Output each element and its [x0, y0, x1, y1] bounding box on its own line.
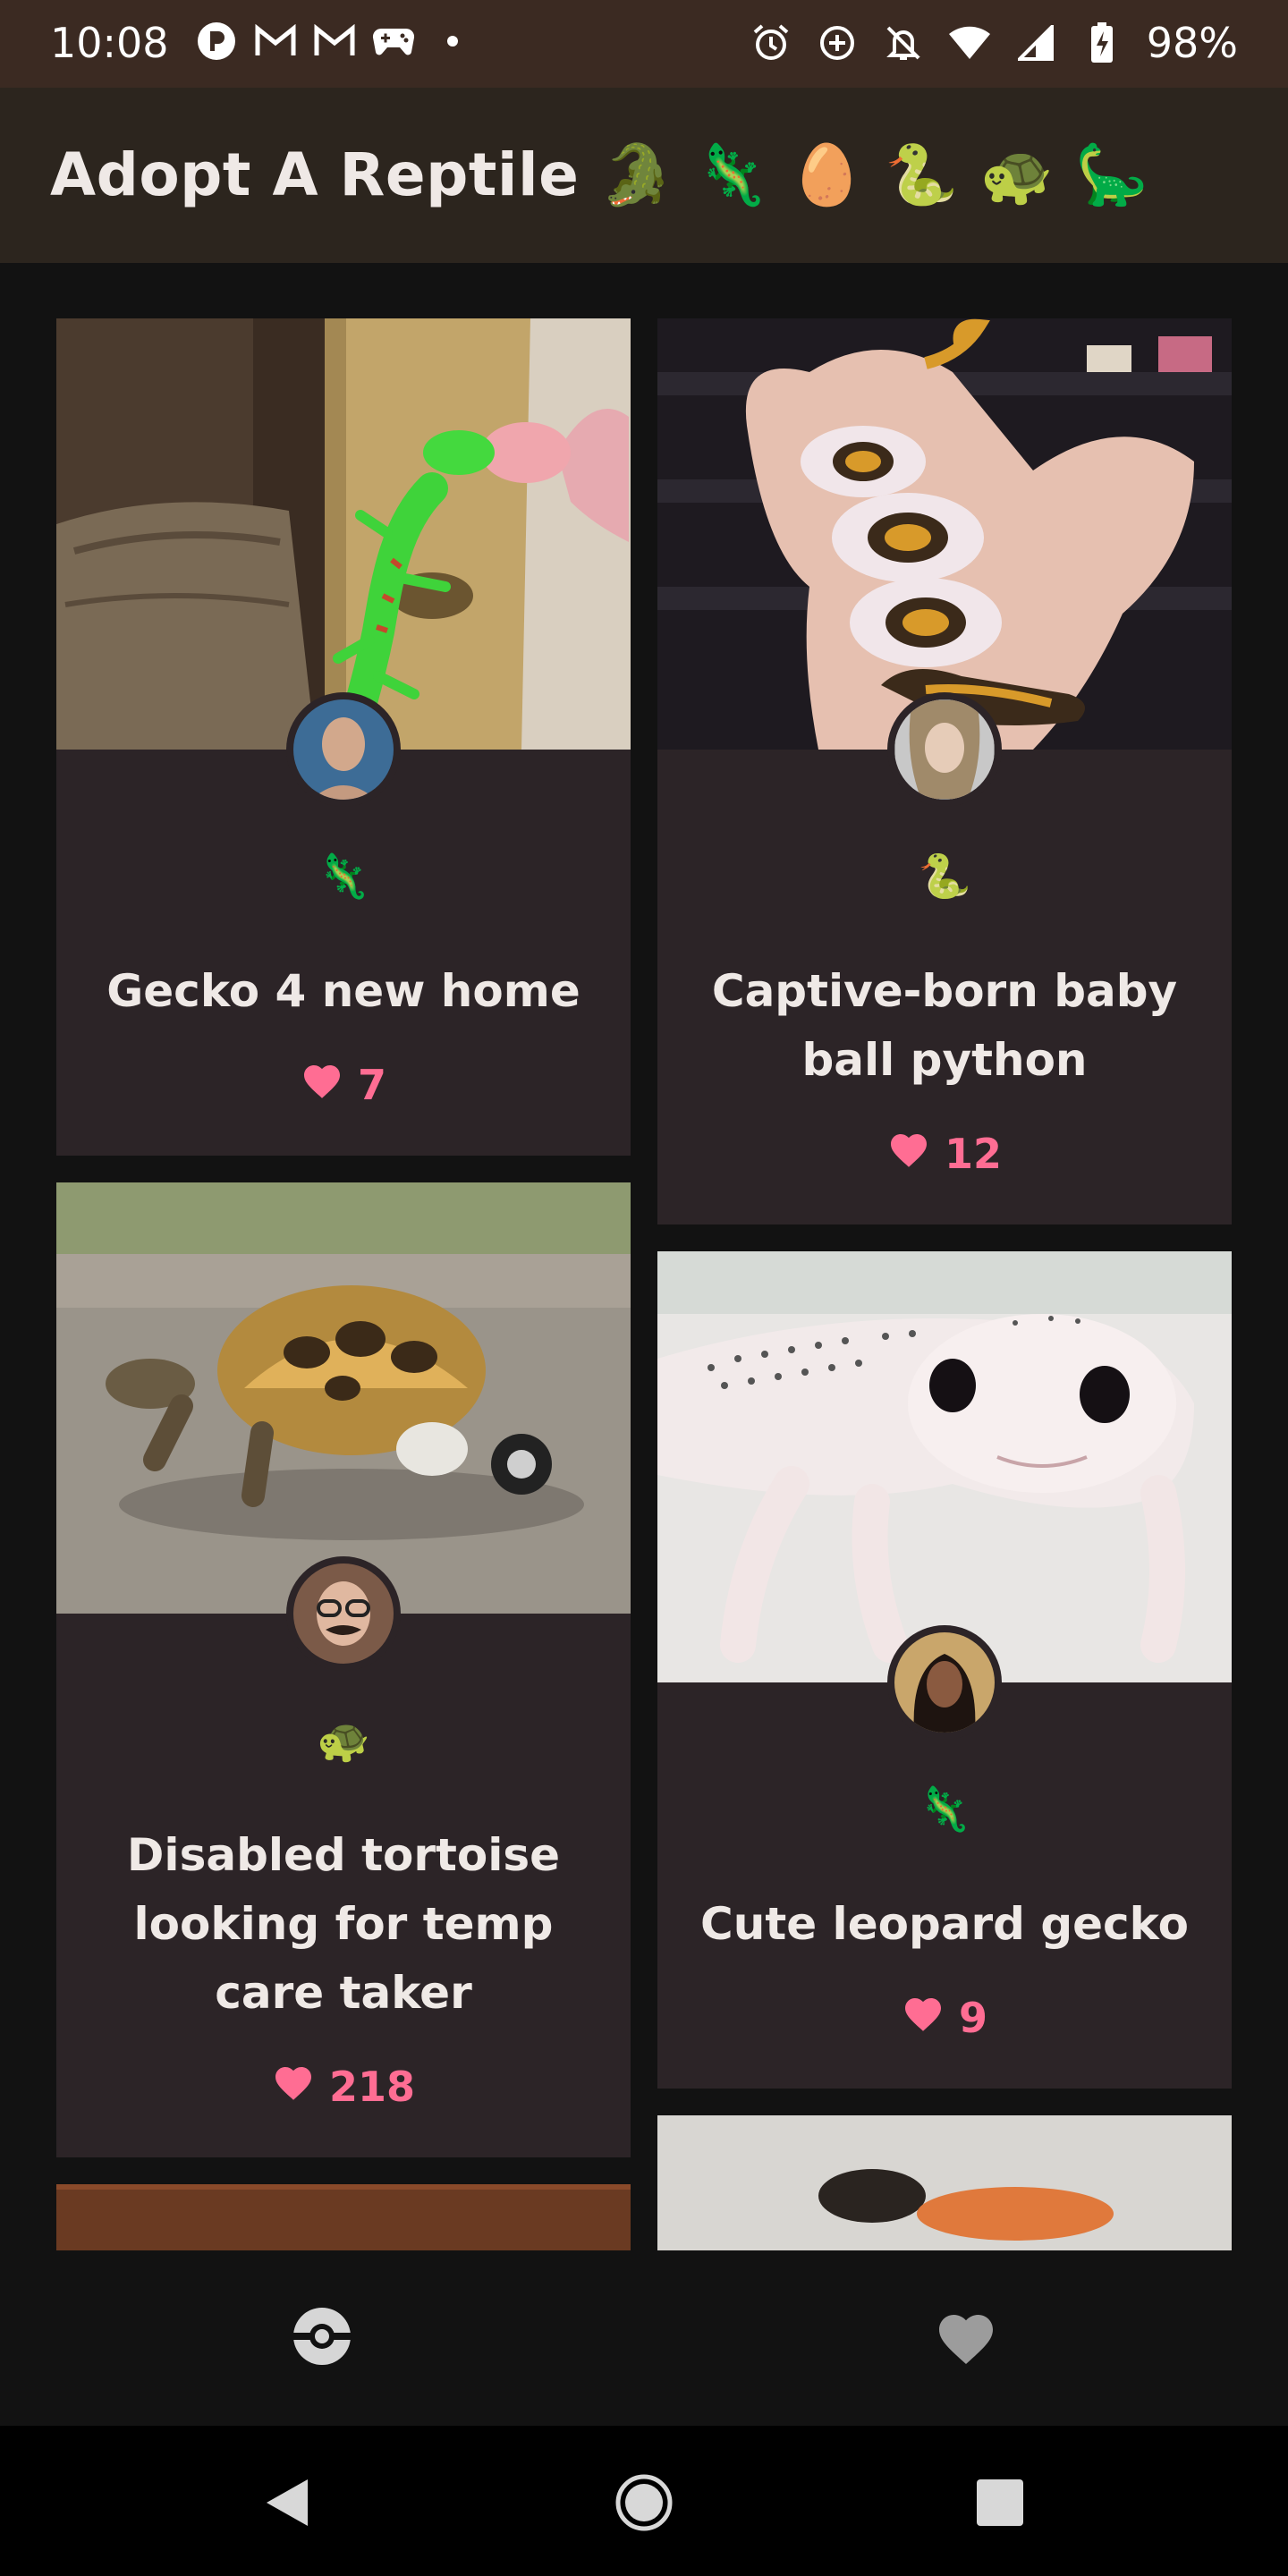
like-count: 218 — [328, 2062, 416, 2111]
heart-icon — [272, 2062, 315, 2111]
notifications-off-icon — [882, 21, 925, 64]
reptile-type-icon: 🦎 — [317, 852, 370, 902]
listing-card[interactable]: 🐍 Captive-born baby ball python 12 — [657, 318, 1232, 1224]
system-navigation-bar — [0, 2426, 1288, 2576]
recents-button[interactable] — [964, 2469, 1036, 2540]
pokeball-icon — [290, 2304, 354, 2372]
alarm-icon — [750, 21, 792, 64]
listing-photo — [56, 318, 631, 750]
avatar[interactable] — [887, 1625, 1002, 1740]
data-saver-icon — [816, 21, 859, 64]
wifi-icon — [948, 21, 991, 64]
status-right-icons: 98% — [750, 16, 1238, 70]
like-count: 7 — [357, 1060, 386, 1109]
status-bar: 10:08 98% — [0, 0, 1288, 88]
listing-title: Gecko 4 new home — [106, 965, 580, 1017]
battery-charging-icon — [1080, 21, 1123, 64]
app-title: Adopt A Reptile 🐊 🦎 🥚 🐍 🐢 🦕 — [50, 140, 1149, 209]
listing-photo — [56, 2184, 631, 2250]
listing-title: Captive-born baby ball python — [711, 965, 1178, 1086]
like-count: 9 — [958, 1993, 987, 2042]
home-circle-icon — [614, 2473, 674, 2536]
like-button[interactable]: 218 — [92, 2062, 595, 2111]
listing-photo — [56, 1182, 631, 1614]
heart-icon — [887, 1129, 930, 1178]
heart-icon — [934, 2307, 998, 2369]
listing-card[interactable] — [657, 2115, 1232, 2250]
listing-card[interactable]: 🐢 Disabled tortoise looking for temp car… — [56, 1182, 631, 2157]
reptile-type-icon: 🐢 — [317, 1716, 370, 1766]
app-p-icon — [195, 20, 238, 63]
back-triangle-icon — [261, 2476, 311, 2533]
feed-column-left: 🦎 Gecko 4 new home 7 🐢 Disabled tortoise… — [56, 318, 631, 2250]
gamepad-icon — [372, 20, 415, 63]
back-button[interactable] — [250, 2469, 322, 2540]
recents-square-icon — [975, 2478, 1025, 2531]
reptile-type-icon: 🦎 — [918, 1784, 971, 1835]
avatar[interactable] — [887, 692, 1002, 807]
listing-photo — [657, 1251, 1232, 1682]
signal-icon — [1014, 21, 1057, 64]
listing-photo — [657, 2115, 1232, 2250]
listing-title: Cute leopard gecko — [700, 1898, 1189, 1950]
battery-percent: 98% — [1146, 19, 1238, 67]
tab-favorites[interactable] — [921, 2293, 1011, 2383]
listing-photo — [657, 318, 1232, 750]
like-count: 12 — [944, 1129, 1002, 1178]
home-button[interactable] — [608, 2469, 680, 2540]
heart-icon — [301, 1060, 343, 1109]
avatar[interactable] — [286, 1556, 401, 1671]
like-button[interactable]: 7 — [92, 1060, 595, 1109]
reptile-type-icon: 🐍 — [918, 852, 971, 902]
tab-browse[interactable] — [277, 2293, 367, 2383]
listing-card[interactable] — [56, 2184, 631, 2250]
status-left-icons — [195, 20, 474, 63]
listing-card[interactable]: 🦎 Gecko 4 new home 7 — [56, 318, 631, 1156]
listing-card[interactable]: 🦎 Cute leopard gecko 9 — [657, 1251, 1232, 2089]
heart-icon — [902, 1993, 945, 2042]
bottom-navigation — [0, 2250, 1288, 2426]
feed-column-right: 🐍 Captive-born baby ball python 12 🦎 Cut… — [657, 318, 1232, 2250]
app-bar: Adopt A Reptile 🐊 🦎 🥚 🐍 🐢 🦕 — [0, 88, 1288, 263]
reptile-feed[interactable]: 🦎 Gecko 4 new home 7 🐢 Disabled tortoise… — [0, 263, 1288, 2250]
like-button[interactable]: 9 — [693, 1993, 1196, 2042]
dot-icon — [431, 20, 474, 63]
like-button[interactable]: 12 — [693, 1129, 1196, 1178]
avatar[interactable] — [286, 692, 401, 807]
listing-title: Disabled tortoise looking for temp care … — [126, 1829, 561, 2019]
gmail-icon — [313, 20, 356, 63]
status-time: 10:08 — [50, 19, 169, 67]
gmail-icon — [254, 20, 297, 63]
